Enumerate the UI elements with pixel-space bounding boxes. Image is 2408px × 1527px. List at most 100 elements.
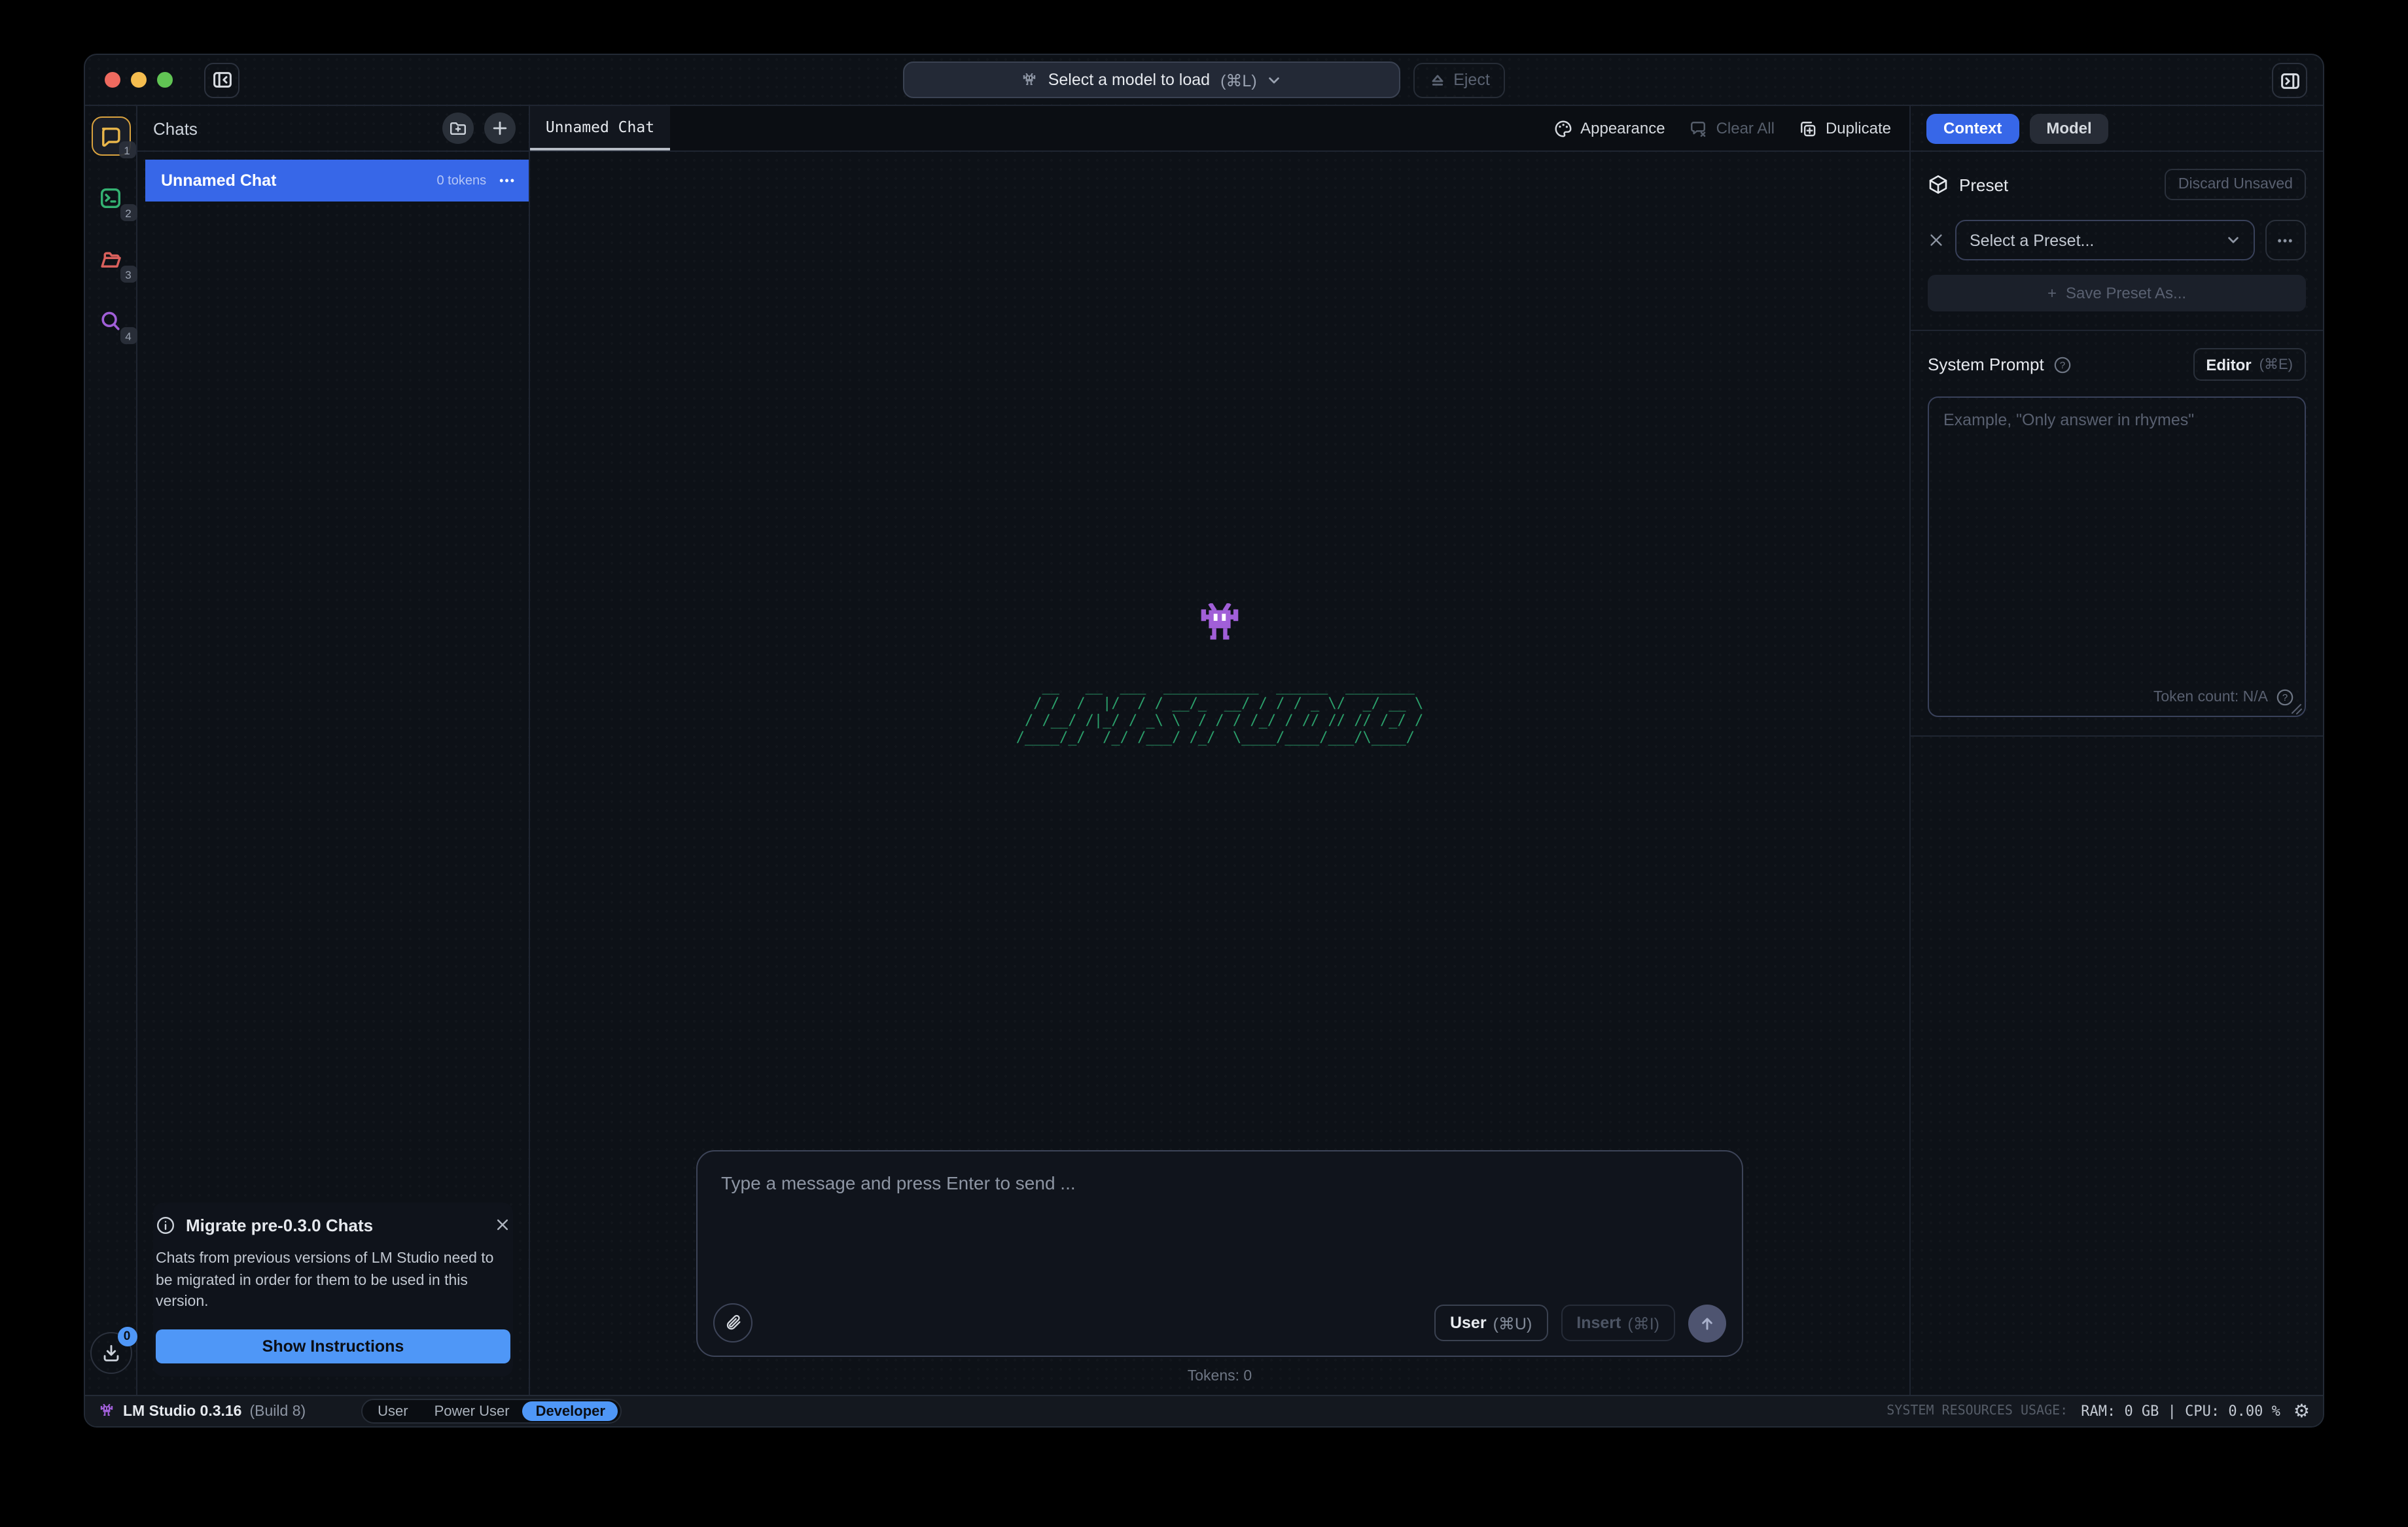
help-icon[interactable]: ? [2053,355,2072,374]
new-folder-button[interactable] [442,113,474,144]
model-selector[interactable]: Select a model to load (⌘L) [902,61,1400,98]
discard-unsaved-button[interactable]: Discard Unsaved [2165,169,2306,200]
message-input[interactable] [713,1165,1726,1303]
appearance-button[interactable]: Appearance [1553,118,1665,138]
terminal-icon [98,185,123,210]
right-sidebar-tabs: Context Model [1911,106,2323,152]
composer-token-count: Tokens: 0 [1188,1369,1252,1384]
duplicate-icon [1798,118,1818,138]
arrow-up-icon [1699,1314,1716,1331]
chat-more-button[interactable]: ••• [499,174,516,187]
chat-list-item[interactable]: Unnamed Chat 0 tokens ••• [145,160,529,202]
eject-model-button[interactable]: Eject [1413,62,1506,97]
migration-body: Chats from previous versions of LM Studi… [156,1248,510,1314]
send-message-button[interactable] [1688,1304,1726,1342]
system-prompt-title: System Prompt [1928,355,2044,374]
editor-shortcut: (⌘E) [2259,356,2293,373]
right-sidebar: Context Model Preset Discard Unsaved [1909,106,2323,1395]
lm-studio-logo-icon [98,1404,115,1418]
preset-select-value: Select a Preset... [1970,231,2094,249]
nav-developer-badge: 2 [120,204,137,221]
folder-icon [98,247,123,272]
chats-panel: Chats [137,106,530,1395]
eject-label: Eject [1453,71,1490,89]
preset-section: Preset Discard Unsaved Select a Preset..… [1911,152,2323,331]
insert-button[interactable]: Insert (⌘I) [1561,1305,1675,1341]
chevron-down-icon [1267,73,1282,87]
package-icon [1928,174,1949,195]
system-prompt-input[interactable] [1929,398,2305,716]
zoom-window-button[interactable] [157,72,173,88]
plus-icon: + [2047,284,2057,302]
palette-icon [1553,118,1572,138]
toggle-left-sidebar-button[interactable] [204,62,239,97]
close-icon[interactable] [495,1218,510,1233]
resources-value: RAM: 0 GB | CPU: 0.00 % [2081,1403,2280,1420]
user-mode-switch: User Power User Developer [361,1399,622,1424]
open-editor-button[interactable]: Editor (⌘E) [2193,348,2306,381]
chat-canvas: __ __ ___ ___________ ______ ________ / … [530,152,1909,1395]
nav-developer-button[interactable]: 2 [91,178,130,217]
toggle-right-sidebar-button[interactable] [2272,63,2307,98]
nav-chat-badge: 1 [118,141,135,158]
token-count-label: Token count: N/A [2153,690,2268,705]
clear-preset-icon[interactable] [1928,232,1945,249]
editor-label: Editor [2206,355,2251,374]
composer-controls: User (⌘U) Insert (⌘I) [713,1303,1726,1343]
send-as-user-button[interactable]: User (⌘U) [1434,1305,1548,1341]
migration-notice: Migrate pre-0.3.0 Chats Chats from previ… [153,1202,513,1377]
titlebar: Select a model to load (⌘L) Eject [85,55,2323,106]
system-prompt-header: System Prompt ? Editor (⌘E) [1928,348,2306,381]
clear-all-label: Clear All [1716,119,1775,137]
attach-file-button[interactable] [713,1303,752,1343]
minimize-window-button[interactable] [131,72,147,88]
download-icon [100,1343,121,1363]
info-icon [156,1216,175,1235]
chat-row-right: 0 tokens ••• [436,173,516,188]
downloads-button[interactable]: 0 [90,1332,132,1374]
insert-button-label: Insert [1576,1314,1621,1332]
downloads-badge: 0 [117,1327,137,1346]
mode-developer[interactable]: Developer [523,1401,618,1421]
gear-icon[interactable]: ⚙ [2293,1402,2310,1420]
preset-header: Preset Discard Unsaved [1928,169,2306,200]
nav-discover-button[interactable]: 4 [91,301,130,340]
close-window-button[interactable] [105,72,120,88]
status-right: SYSTEM RESOURCES USAGE: RAM: 0 GB | CPU:… [1886,1402,2310,1420]
preset-select[interactable]: Select a Preset... [1955,220,2255,260]
status-bar: LM Studio 0.3.16 (Build 8) User Power Us… [85,1395,2323,1426]
tab-strip-actions: Appearance Clear All Dupli [1553,106,1909,150]
mode-user[interactable]: User [364,1401,421,1421]
save-preset-button[interactable]: + Save Preset As... [1928,275,2306,311]
svg-text:?: ? [2060,359,2065,370]
clear-all-button[interactable]: Clear All [1689,118,1775,138]
mode-power-user[interactable]: Power User [421,1401,523,1421]
desktop: Select a model to load (⌘L) Eject [0,0,2408,1527]
user-button-label: User [1450,1314,1487,1332]
clear-all-icon [1689,118,1709,138]
nav-chat-button[interactable]: 1 [91,116,130,156]
tab-context[interactable]: Context [1926,113,2019,143]
duplicate-label: Duplicate [1826,119,1891,137]
svg-text:?: ? [2282,692,2288,703]
insert-button-shortcut: (⌘I) [1627,1313,1659,1333]
chats-panel-title: Chats [153,118,198,138]
chat-name: Unnamed Chat [161,171,276,190]
show-instructions-button[interactable]: Show Instructions [156,1329,510,1363]
tab-unnamed-chat[interactable]: Unnamed Chat [530,106,670,150]
nav-my-models-button[interactable]: 3 [91,239,130,279]
resize-handle-icon[interactable] [2289,701,2302,714]
composer-area: User (⌘U) Insert (⌘I) [530,1150,1909,1384]
nav-discover-badge: 4 [120,327,137,344]
duplicate-button[interactable]: Duplicate [1798,118,1891,138]
model-selector-label: Select a model to load [1048,71,1210,89]
preset-select-row: Select a Preset... ••• [1928,220,2306,260]
save-preset-label: Save Preset As... [2066,284,2186,302]
chats-header: Chats [137,106,529,152]
chat-token-count: 0 tokens [436,173,486,188]
new-chat-button[interactable] [484,113,516,144]
tab-model[interactable]: Model [2029,113,2108,143]
preset-more-button[interactable]: ••• [2265,220,2306,260]
system-prompt-footer: Token count: N/A ? [2153,688,2294,707]
panel-left-icon [211,69,232,90]
